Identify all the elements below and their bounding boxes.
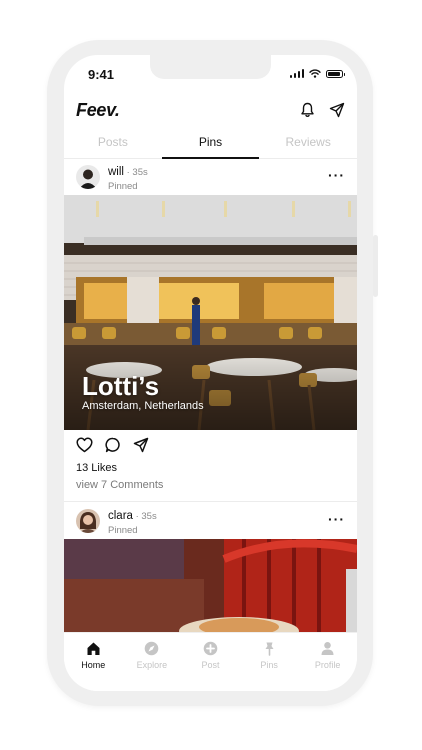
place-name: Lotti’s bbox=[82, 371, 160, 401]
nav-explore[interactable]: Explore bbox=[123, 633, 182, 691]
share-icon[interactable] bbox=[133, 437, 149, 453]
nav-pins[interactable]: Pins bbox=[240, 633, 299, 691]
status-time: 9:41 bbox=[88, 67, 115, 82]
pin-icon bbox=[265, 642, 274, 656]
phone-screen: 9:41 Feev. Posts Pins Reviews will · 35s… bbox=[64, 55, 357, 691]
nav-label: Profile bbox=[314, 660, 341, 670]
plus-circle-icon bbox=[203, 641, 218, 656]
username[interactable]: clara bbox=[108, 510, 133, 522]
nav-label: Explore bbox=[136, 660, 168, 670]
pinned-label: Pinned bbox=[108, 524, 138, 536]
post-header: will · 35s Pinned ··· bbox=[64, 158, 357, 195]
nav-label: Post bbox=[201, 660, 220, 670]
tab-pins[interactable]: Pins bbox=[161, 131, 260, 159]
post-time: · 35s bbox=[132, 510, 157, 522]
heart-icon[interactable] bbox=[76, 437, 93, 453]
post-header: clara · 35s Pinned ··· bbox=[64, 502, 357, 539]
home-icon bbox=[87, 642, 100, 655]
person-icon bbox=[321, 642, 334, 655]
phone-side-button bbox=[373, 235, 378, 297]
app-logo: Feev. bbox=[76, 99, 120, 120]
nav-profile[interactable]: Profile bbox=[298, 633, 357, 691]
comment-icon[interactable] bbox=[105, 437, 121, 453]
avatar[interactable] bbox=[76, 508, 100, 533]
header-actions bbox=[300, 102, 345, 118]
tab-posts[interactable]: Posts bbox=[64, 131, 162, 158]
post-image[interactable] bbox=[64, 539, 357, 633]
more-options-icon[interactable]: ··· bbox=[328, 167, 345, 183]
nav-home[interactable]: Home bbox=[64, 633, 123, 691]
feed-tabs: Posts Pins Reviews bbox=[64, 131, 357, 159]
view-comments-link[interactable]: view 7 Comments bbox=[64, 476, 357, 494]
post-author: clara · 35s Pinned bbox=[108, 506, 157, 536]
bell-icon[interactable] bbox=[300, 102, 315, 118]
place-location: Amsterdam, Netherlands bbox=[82, 400, 204, 412]
image-caption: Lotti’s Amsterdam, Netherlands bbox=[82, 372, 204, 412]
bottom-nav: Home Explore Post Pins Profile bbox=[64, 632, 357, 691]
post-card: will · 35s Pinned ··· Lotti’s Amsterdam,… bbox=[64, 158, 357, 502]
tab-reviews[interactable]: Reviews bbox=[259, 131, 357, 158]
post-image[interactable]: Lotti’s Amsterdam, Netherlands bbox=[64, 195, 357, 430]
send-icon[interactable] bbox=[329, 102, 345, 118]
post-actions bbox=[64, 430, 357, 460]
compass-icon bbox=[145, 641, 159, 656]
post-card: clara · 35s Pinned ··· bbox=[64, 502, 357, 633]
pinned-label: Pinned bbox=[108, 180, 138, 192]
battery-icon bbox=[326, 69, 345, 78]
app-header: Feev. bbox=[76, 97, 345, 123]
feed: will · 35s Pinned ··· Lotti’s Amsterdam,… bbox=[64, 158, 357, 633]
status-icons bbox=[289, 69, 345, 78]
wifi-icon bbox=[309, 69, 321, 78]
post-time: · 35s bbox=[123, 166, 148, 178]
avatar[interactable] bbox=[76, 164, 100, 189]
post-author: will · 35s Pinned bbox=[108, 162, 148, 192]
likes-count[interactable]: 13 Likes bbox=[64, 460, 357, 476]
more-options-icon[interactable]: ··· bbox=[328, 511, 345, 527]
nav-label: Pins bbox=[260, 660, 278, 670]
notch bbox=[150, 55, 271, 79]
signal-icon bbox=[289, 69, 304, 78]
nav-label: Home bbox=[81, 660, 106, 670]
nav-post[interactable]: Post bbox=[181, 633, 240, 691]
username[interactable]: will bbox=[108, 166, 124, 178]
food-photo bbox=[64, 539, 357, 633]
